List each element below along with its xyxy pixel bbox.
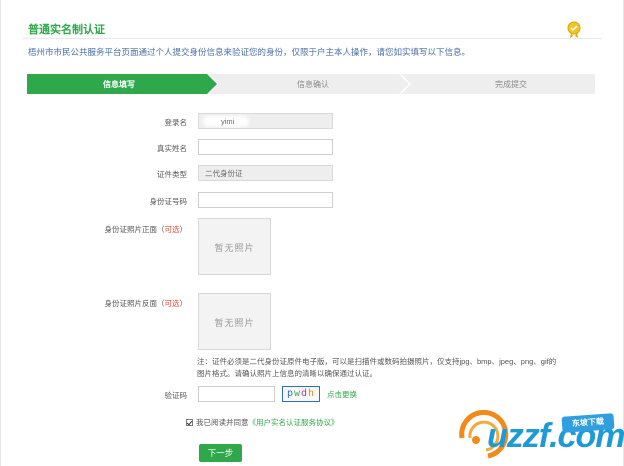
medal-icon <box>567 21 581 38</box>
title-divider <box>22 38 602 39</box>
id-back-label-close: ） <box>179 299 188 308</box>
login-name-label: 登录名 <box>164 118 188 127</box>
captcha-text: pwdh <box>286 388 316 399</box>
id-number-label: 身份证号码 <box>149 197 188 206</box>
refresh-captcha-link[interactable]: 点击更换 <box>327 389 357 400</box>
captcha-label: 验证码 <box>164 391 188 400</box>
captcha-input[interactable] <box>198 386 275 402</box>
id-front-photo-upload[interactable]: 暂无照片 <box>198 218 271 275</box>
agree-prefix: 我已阅读并同意 <box>196 418 249 427</box>
agreement-link[interactable]: 《用户实名认证服务协议》 <box>249 418 339 427</box>
id-front-optional: 可选 <box>164 225 180 234</box>
id-type-field: 二代身份证 <box>198 165 333 181</box>
agree-checkbox[interactable] <box>186 419 193 426</box>
step-3-label: 完成提交 <box>495 80 527 89</box>
login-name-field: yimi <box>198 113 333 129</box>
id-back-photo-placeholder: 暂无照片 <box>214 318 255 328</box>
login-name-value: yimi <box>221 117 235 126</box>
id-back-optional: 可选 <box>164 299 180 308</box>
real-name-label: 真实姓名 <box>157 144 187 153</box>
agreement-row: 我已阅读并同意《用户实名认证服务协议》 <box>186 417 339 428</box>
id-front-label-close: ） <box>179 225 188 234</box>
id-back-photo-upload[interactable]: 暂无照片 <box>198 293 271 350</box>
page-title: 普通实名制认证 <box>28 24 105 36</box>
id-number-input[interactable] <box>198 192 333 208</box>
photo-note: 注：证件必须是二代身份证原件电子版，可以是扫描件或数码拍摄照片，仅支持jpg、b… <box>197 357 557 378</box>
step-2-label: 信息确认 <box>297 80 329 89</box>
progress-steps: 信息填写 信息确认 完成提交 <box>27 74 595 94</box>
page-description: 梧州市市民公共服务平台页面通过个人提交身份信息来验证您的身份，仅限于户主本人操作… <box>28 47 471 57</box>
id-back-label-text: 身份证照片反面（ <box>104 299 165 308</box>
id-type-label: 证件类型 <box>157 170 187 179</box>
next-step-button[interactable]: 下一步 <box>199 444 242 462</box>
captcha-image[interactable]: pwdh <box>282 386 320 402</box>
step-1-label: 信息填写 <box>103 80 135 89</box>
real-name-input[interactable] <box>198 139 333 155</box>
id-front-photo-placeholder: 暂无照片 <box>214 243 255 253</box>
id-back-label: 身份证照片反面（可选） <box>67 298 188 309</box>
id-front-label: 身份证照片正面（可选） <box>67 224 188 235</box>
id-front-label-text: 身份证照片正面（ <box>104 225 165 234</box>
